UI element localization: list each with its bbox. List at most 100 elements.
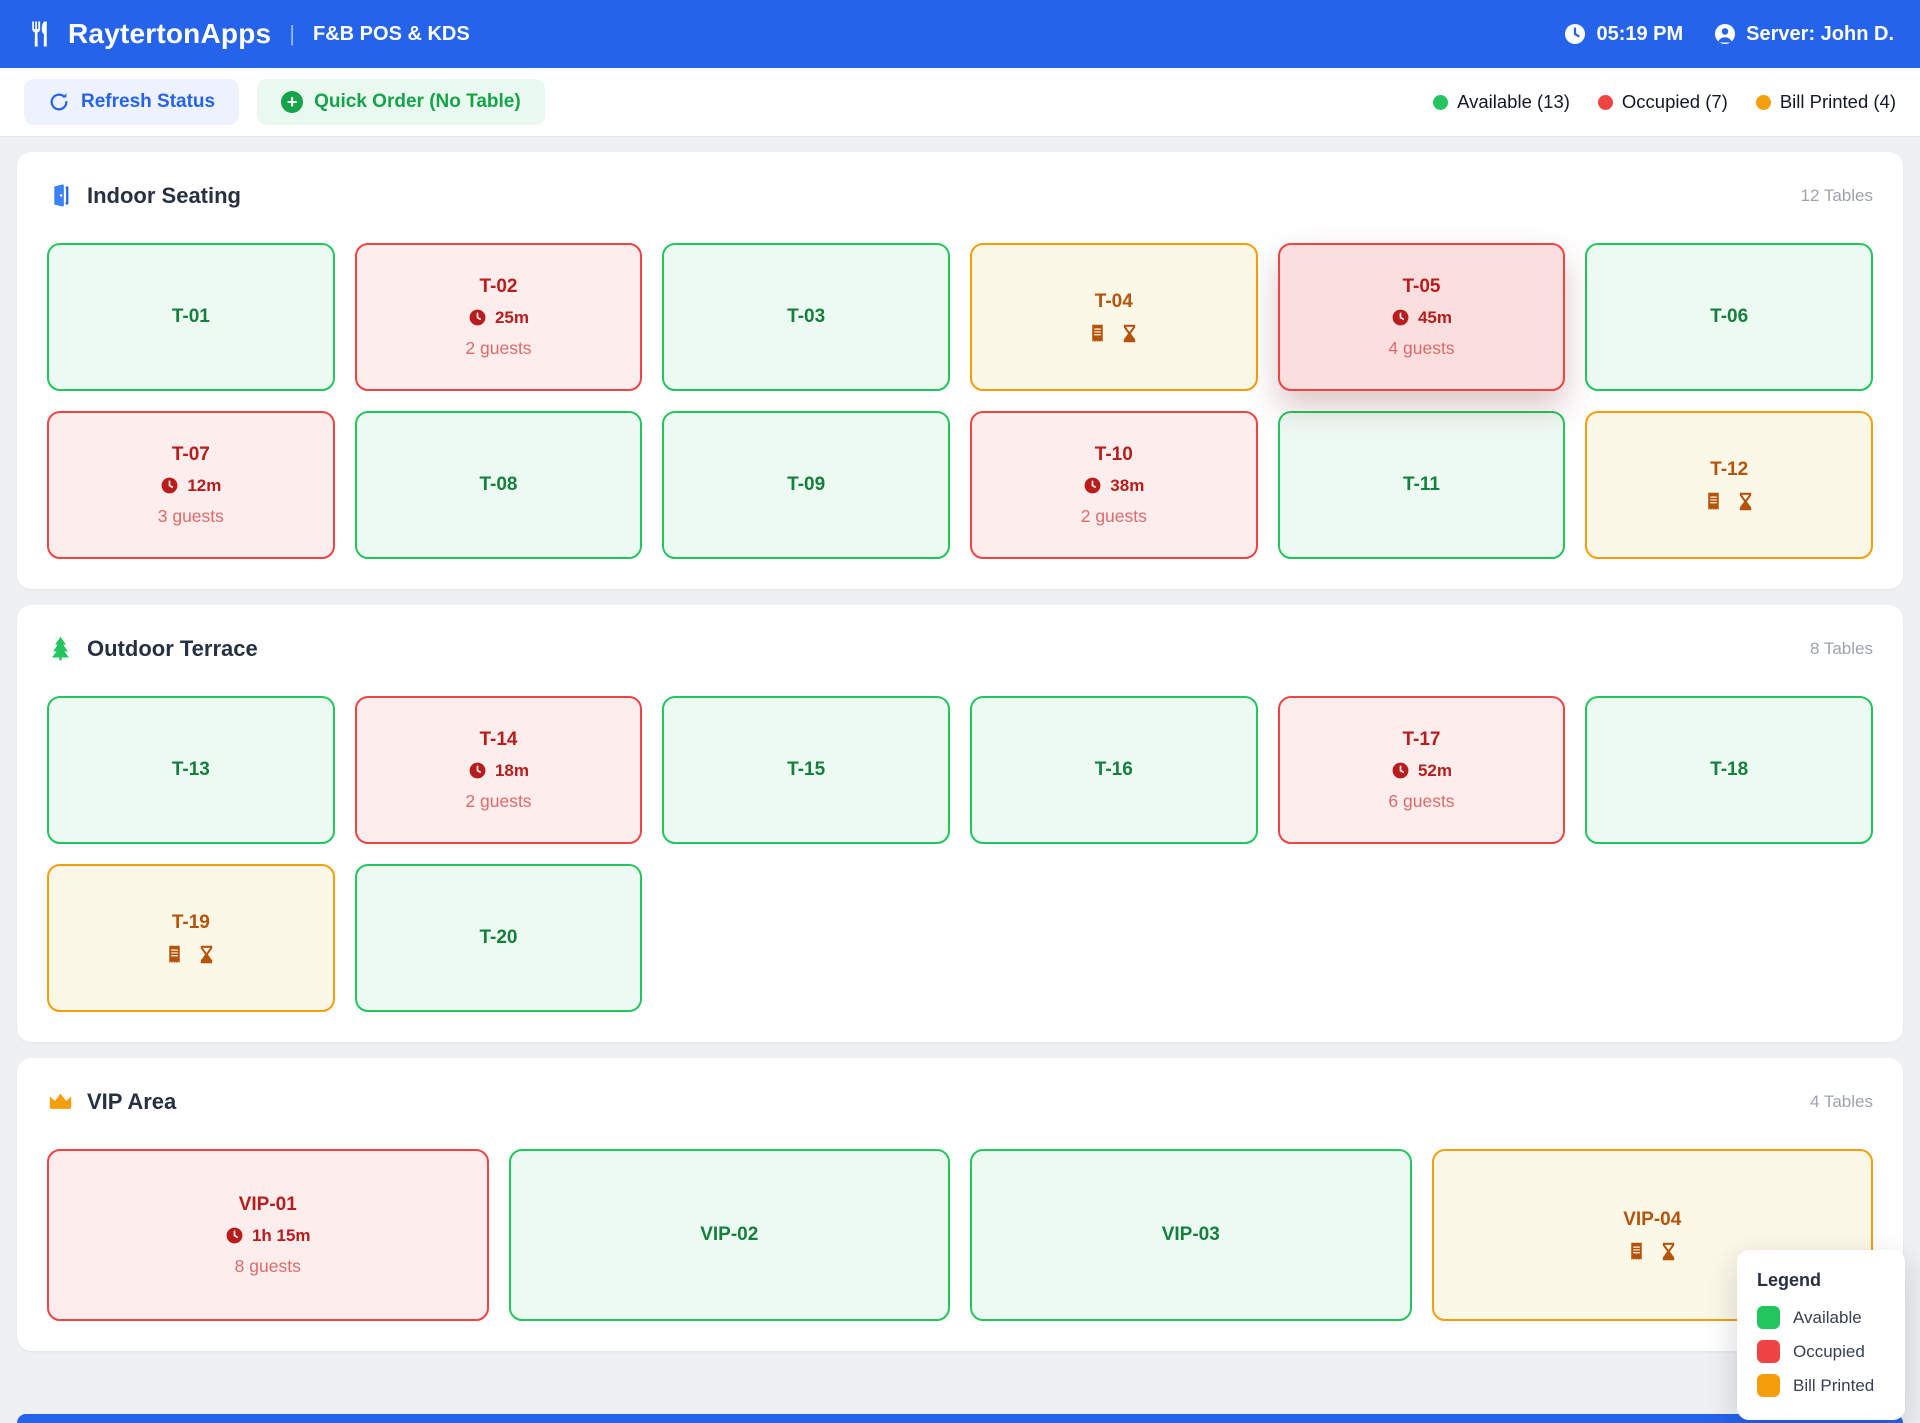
table-card-t-18[interactable]: T-18 (1585, 696, 1873, 844)
table-label: T-09 (787, 474, 825, 496)
occupied-time: 1h 15m (252, 1226, 311, 1246)
section-table-count: 8 Tables (1810, 639, 1873, 659)
hourglass-icon (1658, 1241, 1679, 1262)
table-label: T-15 (787, 759, 825, 781)
table-card-t-12[interactable]: T-12 (1585, 411, 1873, 559)
table-grid: T-01 T-02 25m 2 guests T-03 T-04 (47, 243, 1873, 559)
table-card-t-14[interactable]: T-14 18m 2 guests (355, 696, 643, 844)
table-card-t-16[interactable]: T-16 (970, 696, 1258, 844)
section-header: VIP Area 4 Tables (47, 1088, 1873, 1115)
section-header: Outdoor Terrace 8 Tables (47, 635, 1873, 662)
table-card-t-06[interactable]: T-06 (1585, 243, 1873, 391)
refresh-status-button[interactable]: Refresh Status (24, 79, 239, 125)
brand-name: RaytertonApps (68, 18, 271, 50)
guest-count: 3 guests (158, 506, 224, 527)
table-label: T-08 (479, 474, 517, 496)
section-title: VIP Area (87, 1089, 176, 1115)
status-chip: Available (13) (1433, 91, 1570, 113)
table-card-t-04[interactable]: T-04 (970, 243, 1258, 391)
server-name: Server: John D. (1746, 23, 1894, 46)
action-toolbar: Refresh Status + Quick Order (No Table) … (0, 68, 1920, 137)
table-card-t-17[interactable]: T-17 52m 6 guests (1278, 696, 1566, 844)
status-dot-icon (1756, 95, 1771, 110)
section-title: Outdoor Terrace (87, 636, 258, 662)
floor-section-indoor-seating: Indoor Seating 12 Tables T-01 T-02 25m 2… (17, 152, 1903, 589)
legend-panel: Legend Available Occupied Bill Printed (1737, 1250, 1905, 1420)
status-dot-icon (1598, 95, 1613, 110)
table-card-t-09[interactable]: T-09 (662, 411, 950, 559)
legend-item-label: Available (1793, 1308, 1862, 1328)
status-chip-label: Bill Printed (4) (1780, 91, 1896, 113)
table-label: T-20 (479, 927, 517, 949)
legend-item-label: Bill Printed (1793, 1376, 1874, 1396)
section-title: Indoor Seating (87, 183, 241, 209)
legend-title: Legend (1757, 1270, 1885, 1291)
quick-order-button[interactable]: + Quick Order (No Table) (257, 79, 545, 125)
app-subtitle: F&B POS & KDS (313, 23, 470, 46)
table-card-vip-01[interactable]: VIP-01 1h 15m 8 guests (47, 1149, 489, 1321)
table-card-t-20[interactable]: T-20 (355, 864, 643, 1012)
table-card-t-15[interactable]: T-15 (662, 696, 950, 844)
table-label: T-12 (1710, 459, 1748, 481)
user-icon (1713, 22, 1737, 46)
table-label: VIP-03 (1162, 1224, 1220, 1246)
legend-item: Bill Printed (1757, 1374, 1885, 1397)
timer-clock-icon (225, 1226, 244, 1245)
table-card-t-03[interactable]: T-03 (662, 243, 950, 391)
receipt-icon (1626, 1241, 1647, 1262)
table-label: VIP-01 (239, 1194, 297, 1216)
table-card-t-05[interactable]: T-05 45m 4 guests (1278, 243, 1566, 391)
table-card-t-13[interactable]: T-13 (47, 696, 335, 844)
table-label: T-01 (172, 306, 210, 328)
legend-swatch-icon (1757, 1340, 1780, 1363)
crown-icon (47, 1088, 74, 1115)
floor-sections: Indoor Seating 12 Tables T-01 T-02 25m 2… (0, 137, 1920, 1351)
table-card-vip-03[interactable]: VIP-03 (970, 1149, 1412, 1321)
table-label: T-02 (479, 276, 517, 298)
tree-icon (47, 635, 74, 662)
hourglass-icon (1735, 491, 1756, 512)
occupied-time: 38m (1110, 476, 1144, 496)
guest-count: 2 guests (465, 338, 531, 359)
occupied-time: 52m (1418, 761, 1452, 781)
timer-clock-icon (1391, 761, 1410, 780)
table-card-t-10[interactable]: T-10 38m 2 guests (970, 411, 1258, 559)
table-card-vip-02[interactable]: VIP-02 (509, 1149, 951, 1321)
timer-clock-icon (468, 308, 487, 327)
guest-count: 2 guests (1081, 506, 1147, 527)
table-card-t-01[interactable]: T-01 (47, 243, 335, 391)
section-table-count: 4 Tables (1810, 1092, 1873, 1112)
table-card-t-19[interactable]: T-19 (47, 864, 335, 1012)
table-card-t-11[interactable]: T-11 (1278, 411, 1566, 559)
occupied-time-row: 52m (1391, 761, 1452, 781)
timer-clock-icon (468, 761, 487, 780)
timer-clock-icon (1391, 308, 1410, 327)
occupied-time: 45m (1418, 308, 1452, 328)
table-label: T-16 (1095, 759, 1133, 781)
status-chip-label: Available (13) (1457, 91, 1570, 113)
table-label: T-17 (1402, 729, 1440, 751)
door-icon (47, 182, 74, 209)
legend-swatch-icon (1757, 1374, 1780, 1397)
table-card-t-08[interactable]: T-08 (355, 411, 643, 559)
legend-item: Available (1757, 1306, 1885, 1329)
occupied-time-row: 1h 15m (225, 1226, 311, 1246)
table-label: T-13 (172, 759, 210, 781)
receipt-icon (164, 944, 185, 965)
occupied-time-row: 18m (468, 761, 529, 781)
legend-items: Available Occupied Bill Printed (1757, 1306, 1885, 1397)
brand-divider: | (289, 21, 295, 47)
table-label: T-04 (1095, 291, 1133, 313)
bill-printed-icons (1087, 323, 1140, 344)
table-label: T-05 (1402, 276, 1440, 298)
status-chip: Bill Printed (4) (1756, 91, 1896, 113)
plus-circle-icon: + (281, 91, 303, 113)
status-summary: Available (13) Occupied (7) Bill Printed… (1433, 91, 1896, 113)
fork-knife-logo-icon (26, 19, 56, 49)
section-table-count: 12 Tables (1801, 186, 1873, 206)
hourglass-icon (196, 944, 217, 965)
table-card-t-07[interactable]: T-07 12m 3 guests (47, 411, 335, 559)
legend-item-label: Occupied (1793, 1342, 1865, 1362)
table-card-t-02[interactable]: T-02 25m 2 guests (355, 243, 643, 391)
table-label: T-14 (479, 729, 517, 751)
